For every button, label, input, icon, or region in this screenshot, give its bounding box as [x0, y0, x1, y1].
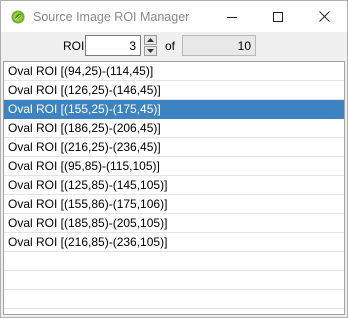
close-icon [318, 11, 330, 22]
list-item[interactable]: Oval ROI [(155,86)-(175,106)] [4, 195, 344, 214]
list-item[interactable]: Oval ROI [(216,85)-(236,105)] [4, 233, 344, 252]
chevron-up-icon [147, 38, 154, 42]
roi-list[interactable]: Oval ROI [(94,25)-(114,45)] Oval ROI [(12… [3, 61, 345, 315]
list-item[interactable]: Oval ROI [(216,25)-(236,45)] [4, 138, 344, 157]
close-button[interactable] [301, 1, 347, 32]
roi-controls: ROI of 10 [1, 32, 347, 61]
roi-spinner [144, 35, 157, 57]
spin-down-button[interactable] [144, 46, 157, 56]
title-bar[interactable]: Source Image ROI Manager [1, 1, 347, 32]
minimize-icon [227, 16, 237, 18]
green-leaf-icon [11, 10, 25, 24]
list-item[interactable] [4, 252, 344, 271]
roi-manager-window: Source Image ROI Manager ROI 3 of 10 Ova… [0, 0, 348, 318]
maximize-button[interactable] [255, 1, 301, 32]
minimize-button[interactable] [209, 1, 255, 32]
roi-total-count: 10 [182, 35, 256, 56]
list-item[interactable]: Oval ROI [(126,25)-(146,45)] [4, 81, 344, 100]
window-title: Source Image ROI Manager [33, 10, 190, 24]
maximize-icon [273, 11, 283, 22]
list-item[interactable] [4, 290, 344, 309]
list-item[interactable] [4, 309, 344, 314]
list-item[interactable]: Oval ROI [(94,25)-(114,45)] [4, 62, 344, 81]
roi-label: ROI [63, 39, 85, 53]
list-item[interactable]: Oval ROI [(155,25)-(175,45)] [4, 100, 344, 119]
list-item[interactable] [4, 271, 344, 290]
spin-up-button[interactable] [144, 35, 157, 45]
roi-index-input[interactable] [85, 35, 141, 56]
list-item[interactable]: Oval ROI [(125,85)-(145,105)] [4, 176, 344, 195]
list-item[interactable]: Oval ROI [(95,85)-(115,105)] [4, 157, 344, 176]
list-item[interactable]: Oval ROI [(186,25)-(206,45)] [4, 119, 344, 138]
of-label: of [165, 39, 176, 53]
list-item[interactable]: Oval ROI [(185,85)-(205,105)] [4, 214, 344, 233]
chevron-down-icon [147, 49, 154, 53]
